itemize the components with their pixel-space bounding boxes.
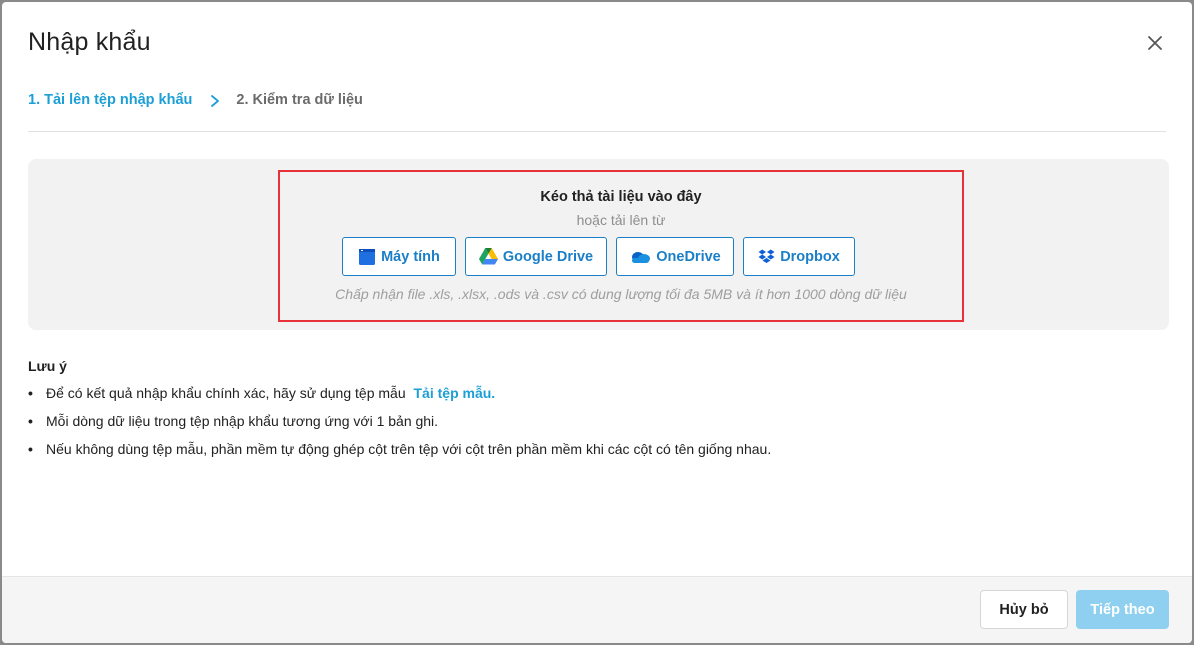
highlight-box: Kéo thả tài liệu vào đây hoặc tải lên từ…: [278, 170, 964, 322]
computer-upload-button[interactable]: Máy tính: [342, 237, 456, 276]
google-drive-button[interactable]: Google Drive: [465, 237, 607, 276]
close-button[interactable]: [1142, 30, 1168, 56]
note-text: Nếu không dùng tệp mẫu, phần mềm tự động…: [46, 441, 772, 457]
notes-title: Lưu ý: [28, 358, 67, 374]
bullet-icon: •: [28, 385, 33, 401]
list-item: • Nếu không dùng tệp mẫu, phần mềm tự độ…: [28, 441, 1166, 469]
onedrive-icon: [629, 250, 651, 264]
cancel-button[interactable]: Hủy bỏ: [980, 590, 1068, 629]
computer-icon: [358, 248, 376, 266]
stepper: 1. Tải lên tệp nhập khẩu 2. Kiểm tra dữ …: [28, 92, 1166, 132]
bullet-icon: •: [28, 441, 33, 457]
dialog-title: Nhập khẩu: [28, 28, 151, 56]
dropbox-button[interactable]: Dropbox: [743, 237, 855, 276]
dialog-footer: Hủy bỏ Tiếp theo: [2, 576, 1192, 643]
drop-subtitle: hoặc tải lên từ: [576, 212, 666, 228]
list-item: • Mỗi dòng dữ liệu trong tệp nhập khẩu t…: [28, 413, 1166, 441]
notes-section: Lưu ý • Để có kết quả nhập khẩu chính xá…: [28, 358, 1166, 469]
computer-upload-label: Máy tính: [381, 248, 440, 265]
notes-list: • Để có kết quả nhập khẩu chính xác, hãy…: [28, 385, 1166, 469]
note-text: Để có kết quả nhập khẩu chính xác, hãy s…: [46, 385, 406, 401]
bullet-icon: •: [28, 413, 33, 429]
dropbox-icon: [758, 249, 775, 265]
dialog-header: Nhập khẩu: [28, 28, 1172, 62]
drop-title: Kéo thả tài liệu vào đây: [540, 189, 702, 205]
onedrive-label: OneDrive: [656, 248, 721, 265]
onedrive-button[interactable]: OneDrive: [616, 237, 734, 276]
chevron-right-icon: [210, 92, 220, 110]
next-button[interactable]: Tiếp theo: [1076, 590, 1169, 629]
drop-zone[interactable]: Kéo thả tài liệu vào đây hoặc tải lên từ…: [28, 159, 1169, 330]
accepted-files-note: Chấp nhận file .xls, .xlsx, .ods và .csv…: [335, 286, 907, 302]
upload-source-buttons: Máy tính Google Drive OneDrive Dropbox: [342, 237, 855, 276]
dropbox-label: Dropbox: [780, 248, 840, 265]
google-drive-icon: [478, 248, 498, 265]
google-drive-label: Google Drive: [502, 248, 594, 265]
step-check-data[interactable]: 2. Kiểm tra dữ liệu: [236, 92, 363, 108]
download-template-link[interactable]: Tải tệp mẫu.: [414, 385, 496, 401]
list-item: • Để có kết quả nhập khẩu chính xác, hãy…: [28, 385, 1166, 413]
step-upload[interactable]: 1. Tải lên tệp nhập khẩu: [28, 92, 192, 108]
note-text: Mỗi dòng dữ liệu trong tệp nhập khẩu tươ…: [46, 413, 439, 429]
import-dialog: Nhập khẩu 1. Tải lên tệp nhập khẩu 2. Ki…: [2, 2, 1192, 643]
close-icon: [1148, 36, 1162, 50]
